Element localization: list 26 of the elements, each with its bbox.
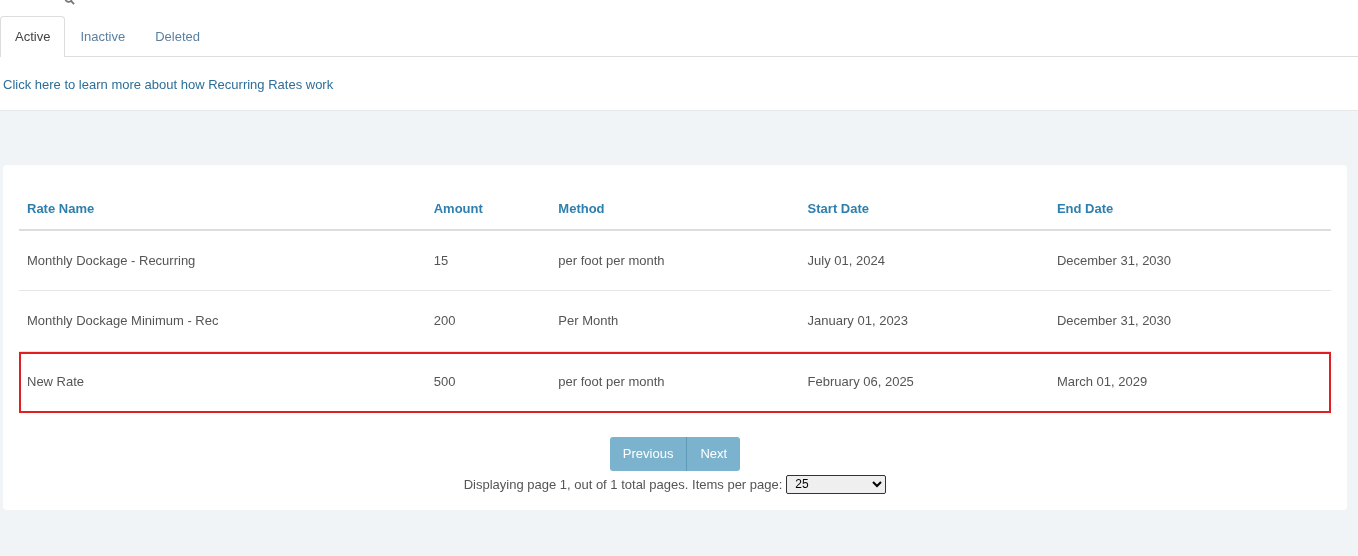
tab[interactable]: Active [0,16,66,57]
table-cell: Monthly Dockage - Recurring [19,229,426,291]
table-cell: per foot per month [550,229,800,291]
table-cell: Monthly Dockage Minimum - Rec [19,290,426,352]
table-cell: per foot per month [550,351,800,413]
tab[interactable]: Inactive [65,16,141,57]
column-header: Rate Name [19,181,426,230]
table-cell: Per Month [550,290,800,352]
column-header: End Date [1048,181,1331,230]
help-link[interactable]: Click here to learn more about how Recurring Rates work [0,56,337,110]
table-cell: July 01, 2024 [799,229,1049,291]
items-per-page-select[interactable]: 25 [786,474,887,494]
column-header: Start Date [799,181,1049,230]
table-cell: December 31, 2030 [1048,229,1331,291]
table-cell: 500 [425,351,551,413]
table-cell: March 01, 2029 [1048,351,1331,413]
pagination-summary: Displaying page 1, out of 1 total pages. Items per page: [463,475,783,494]
table-cell: December 31, 2030 [1048,290,1331,352]
table-cell: 15 [425,229,551,291]
table-cell: New Rate [19,351,426,413]
tab[interactable]: Deleted [140,16,216,57]
table-cell: 200 [425,290,551,352]
table-cell: February 06, 2025 [799,351,1049,413]
column-header: Method [550,181,800,230]
table-cell: January 01, 2023 [799,290,1049,352]
column-header: Amount [425,181,551,230]
